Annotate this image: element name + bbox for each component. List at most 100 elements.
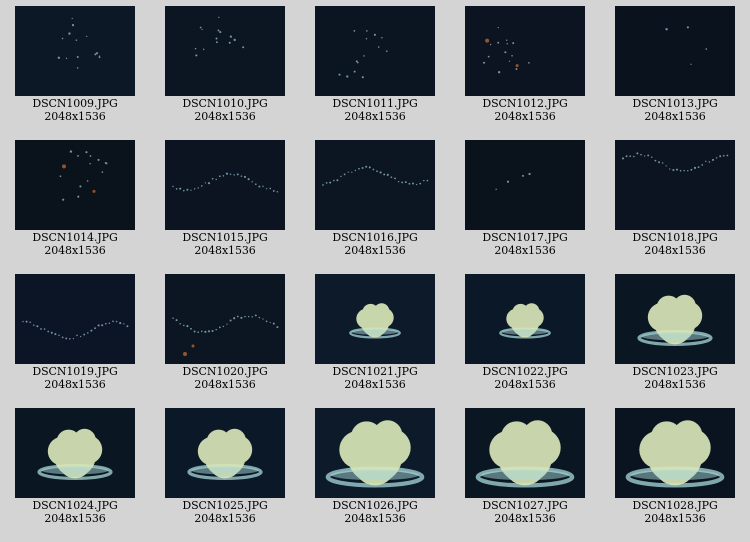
filename-label[interactable]: DSCN1028.JPG bbox=[600, 499, 750, 512]
thumbnail-caption: DSCN1021.JPG 2048x1536 bbox=[300, 365, 450, 391]
thumbnail-image[interactable] bbox=[315, 6, 435, 96]
thumbnail-caption: DSCN1023.JPG 2048x1536 bbox=[600, 365, 750, 391]
dimensions-label: 2048x1536 bbox=[494, 378, 556, 391]
filename-label[interactable]: DSCN1027.JPG bbox=[450, 499, 600, 512]
filename-label[interactable]: DSCN1019.JPG bbox=[0, 365, 150, 378]
dimensions-label: 2048x1536 bbox=[44, 512, 106, 525]
dimensions-label: 2048x1536 bbox=[644, 110, 706, 123]
dimensions-label: 2048x1536 bbox=[194, 378, 256, 391]
thumbnail-cell[interactable]: DSCN1027.JPG 2048x1536 bbox=[450, 402, 600, 536]
dimensions-label: 2048x1536 bbox=[344, 244, 406, 257]
thumbnail-cell[interactable]: DSCN1016.JPG 2048x1536 bbox=[300, 134, 450, 268]
thumbnail-cell[interactable]: DSCN1026.JPG 2048x1536 bbox=[300, 402, 450, 536]
thumbnail-cell[interactable]: DSCN1015.JPG 2048x1536 bbox=[150, 134, 300, 268]
dimensions-label: 2048x1536 bbox=[44, 244, 106, 257]
thumbnail-cell[interactable]: DSCN1023.JPG 2048x1536 bbox=[600, 268, 750, 402]
dimensions-label: 2048x1536 bbox=[44, 378, 106, 391]
dimensions-label: 2048x1536 bbox=[644, 244, 706, 257]
thumbnail-grid: DSCN1009.JPG 2048x1536 DSCN1010.JPG 2048x15… bbox=[0, 0, 750, 542]
thumbnail-cell[interactable]: DSCN1017.JPG 2048x1536 bbox=[450, 134, 600, 268]
thumbnail-image[interactable] bbox=[315, 140, 435, 230]
dimensions-label: 2048x1536 bbox=[494, 512, 556, 525]
filename-label[interactable]: DSCN1009.JPG bbox=[0, 97, 150, 110]
filename-label[interactable]: DSCN1017.JPG bbox=[450, 231, 600, 244]
thumbnail-cell[interactable]: DSCN1024.JPG 2048x1536 bbox=[0, 402, 150, 536]
filename-label[interactable]: DSCN1012.JPG bbox=[450, 97, 600, 110]
filename-label[interactable]: DSCN1025.JPG bbox=[150, 499, 300, 512]
thumbnail-caption: DSCN1012.JPG 2048x1536 bbox=[450, 97, 600, 123]
filename-label[interactable]: DSCN1026.JPG bbox=[300, 499, 450, 512]
thumbnail-cell[interactable]: DSCN1028.JPG 2048x1536 bbox=[600, 402, 750, 536]
thumbnail-cell[interactable]: DSCN1010.JPG 2048x1536 bbox=[150, 0, 300, 134]
thumbnail-caption: DSCN1019.JPG 2048x1536 bbox=[0, 365, 150, 391]
filename-label[interactable]: DSCN1018.JPG bbox=[600, 231, 750, 244]
dimensions-label: 2048x1536 bbox=[344, 378, 406, 391]
dimensions-label: 2048x1536 bbox=[344, 512, 406, 525]
dimensions-label: 2048x1536 bbox=[644, 378, 706, 391]
filename-label[interactable]: DSCN1013.JPG bbox=[600, 97, 750, 110]
thumbnail-image[interactable] bbox=[15, 408, 135, 498]
thumbnail-caption: DSCN1013.JPG 2048x1536 bbox=[600, 97, 750, 123]
thumbnail-image[interactable] bbox=[465, 6, 585, 96]
thumbnail-caption: DSCN1020.JPG 2048x1536 bbox=[150, 365, 300, 391]
filename-label[interactable]: DSCN1014.JPG bbox=[0, 231, 150, 244]
thumbnail-caption: DSCN1022.JPG 2048x1536 bbox=[450, 365, 600, 391]
filename-label[interactable]: DSCN1022.JPG bbox=[450, 365, 600, 378]
filename-label[interactable]: DSCN1023.JPG bbox=[600, 365, 750, 378]
thumbnail-cell[interactable]: DSCN1025.JPG 2048x1536 bbox=[150, 402, 300, 536]
thumbnail-cell[interactable]: DSCN1012.JPG 2048x1536 bbox=[450, 0, 600, 134]
thumbnail-caption: DSCN1015.JPG 2048x1536 bbox=[150, 231, 300, 257]
filename-label[interactable]: DSCN1021.JPG bbox=[300, 365, 450, 378]
dimensions-label: 2048x1536 bbox=[194, 110, 256, 123]
thumbnail-image[interactable] bbox=[615, 408, 735, 498]
thumbnail-image[interactable] bbox=[165, 408, 285, 498]
thumbnail-cell[interactable]: DSCN1014.JPG 2048x1536 bbox=[0, 134, 150, 268]
dimensions-label: 2048x1536 bbox=[494, 244, 556, 257]
thumbnail-caption: DSCN1025.JPG 2048x1536 bbox=[150, 499, 300, 525]
dimensions-label: 2048x1536 bbox=[644, 512, 706, 525]
thumbnail-image[interactable] bbox=[615, 140, 735, 230]
thumbnail-cell[interactable]: DSCN1013.JPG 2048x1536 bbox=[600, 0, 750, 134]
dimensions-label: 2048x1536 bbox=[44, 110, 106, 123]
filename-label[interactable]: DSCN1010.JPG bbox=[150, 97, 300, 110]
thumbnail-caption: DSCN1027.JPG 2048x1536 bbox=[450, 499, 600, 525]
thumbnail-cell[interactable]: DSCN1021.JPG 2048x1536 bbox=[300, 268, 450, 402]
thumbnail-caption: DSCN1028.JPG 2048x1536 bbox=[600, 499, 750, 525]
thumbnail-caption: DSCN1024.JPG 2048x1536 bbox=[0, 499, 150, 525]
thumbnail-caption: DSCN1009.JPG 2048x1536 bbox=[0, 97, 150, 123]
dimensions-label: 2048x1536 bbox=[494, 110, 556, 123]
dimensions-label: 2048x1536 bbox=[194, 244, 256, 257]
filename-label[interactable]: DSCN1020.JPG bbox=[150, 365, 300, 378]
thumbnail-cell[interactable]: DSCN1011.JPG 2048x1536 bbox=[300, 0, 450, 134]
thumbnail-cell[interactable]: DSCN1022.JPG 2048x1536 bbox=[450, 268, 600, 402]
dimensions-label: 2048x1536 bbox=[194, 512, 256, 525]
thumbnail-image[interactable] bbox=[465, 274, 585, 364]
thumbnail-image[interactable] bbox=[15, 274, 135, 364]
thumbnail-image[interactable] bbox=[465, 408, 585, 498]
thumbnail-caption: DSCN1017.JPG 2048x1536 bbox=[450, 231, 600, 257]
thumbnail-image[interactable] bbox=[465, 140, 585, 230]
thumbnail-image[interactable] bbox=[315, 408, 435, 498]
thumbnail-cell[interactable]: DSCN1020.JPG 2048x1536 bbox=[150, 268, 300, 402]
thumbnail-caption: DSCN1018.JPG 2048x1536 bbox=[600, 231, 750, 257]
thumbnail-image[interactable] bbox=[165, 140, 285, 230]
thumbnail-image[interactable] bbox=[15, 140, 135, 230]
filename-label[interactable]: DSCN1024.JPG bbox=[0, 499, 150, 512]
thumbnail-caption: DSCN1016.JPG 2048x1536 bbox=[300, 231, 450, 257]
thumbnail-image[interactable] bbox=[165, 6, 285, 96]
dimensions-label: 2048x1536 bbox=[344, 110, 406, 123]
thumbnail-image[interactable] bbox=[615, 6, 735, 96]
thumbnail-image[interactable] bbox=[15, 6, 135, 96]
thumbnail-caption: DSCN1010.JPG 2048x1536 bbox=[150, 97, 300, 123]
thumbnail-image[interactable] bbox=[315, 274, 435, 364]
thumbnail-caption: DSCN1014.JPG 2048x1536 bbox=[0, 231, 150, 257]
filename-label[interactable]: DSCN1016.JPG bbox=[300, 231, 450, 244]
thumbnail-image[interactable] bbox=[165, 274, 285, 364]
thumbnail-caption: DSCN1026.JPG 2048x1536 bbox=[300, 499, 450, 525]
thumbnail-cell[interactable]: DSCN1009.JPG 2048x1536 bbox=[0, 0, 150, 134]
thumbnail-image[interactable] bbox=[615, 274, 735, 364]
filename-label[interactable]: DSCN1011.JPG bbox=[300, 97, 450, 110]
thumbnail-cell[interactable]: DSCN1019.JPG 2048x1536 bbox=[0, 268, 150, 402]
thumbnail-cell[interactable]: DSCN1018.JPG 2048x1536 bbox=[600, 134, 750, 268]
filename-label[interactable]: DSCN1015.JPG bbox=[150, 231, 300, 244]
